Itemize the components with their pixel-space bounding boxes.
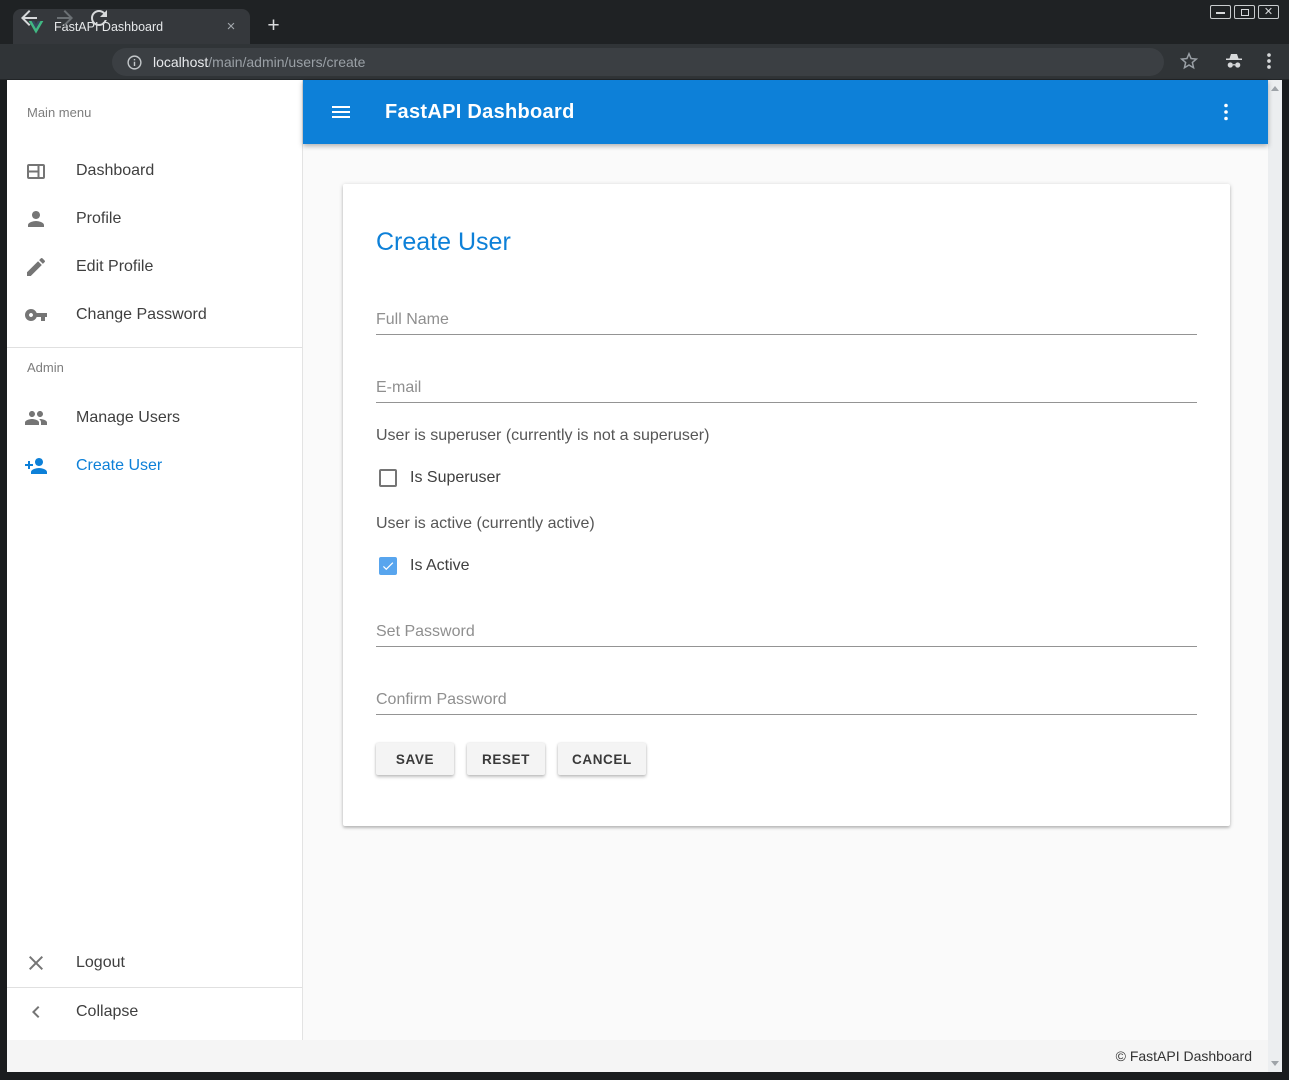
incognito-icon: [1222, 50, 1246, 74]
sidebar-item-label: Change Password: [76, 306, 207, 324]
sidebar-section-header-main: Main menu: [7, 101, 302, 125]
app-bar: FastAPI Dashboard: [303, 80, 1268, 144]
sidebar-item-dashboard[interactable]: Dashboard: [7, 147, 302, 195]
browser-menu-button[interactable]: [1258, 50, 1282, 74]
save-button[interactable]: SAVE: [376, 743, 454, 775]
reset-button[interactable]: RESET: [467, 743, 545, 775]
sidebar-item-profile[interactable]: Profile: [7, 195, 302, 243]
app-title: FastAPI Dashboard: [385, 101, 1214, 124]
kebab-menu-icon: [1258, 50, 1280, 72]
sidebar-bottom: Logout Collapse: [7, 939, 302, 1036]
sidebar-item-logout[interactable]: Logout: [7, 939, 302, 987]
is-active-checkbox[interactable]: [379, 557, 397, 575]
sidebar-item-label: Edit Profile: [76, 258, 153, 276]
page-info-icon[interactable]: [126, 54, 143, 71]
star-icon: [1178, 50, 1200, 72]
back-button[interactable]: [17, 6, 41, 30]
email-input[interactable]: [376, 373, 1197, 403]
tab-close-icon[interactable]: ×: [222, 18, 240, 36]
address-bar[interactable]: localhost/main/admin/users/create: [112, 48, 1164, 76]
browser-window: FastAPI Dashboard × + ✕ localhost/main/a…: [0, 0, 1289, 1080]
main-content: Create User User is superuser (currently…: [303, 144, 1268, 1040]
tab-title: FastAPI Dashboard: [54, 20, 222, 34]
window-minimize-button[interactable]: [1210, 5, 1231, 19]
url-text: localhost/main/admin/users/create: [153, 54, 365, 70]
page-scrollbar[interactable]: [1268, 80, 1282, 1072]
is-active-row[interactable]: Is Active: [376, 557, 1197, 575]
window-close-button[interactable]: ✕: [1258, 5, 1279, 19]
kebab-menu-icon: [1214, 100, 1238, 124]
sidebar-item-change-password[interactable]: Change Password: [7, 291, 302, 339]
sidebar-item-label: Manage Users: [76, 409, 180, 427]
is-superuser-row[interactable]: Is Superuser: [376, 469, 1197, 487]
set-password-input[interactable]: [376, 617, 1197, 647]
sidebar-section-header-admin: Admin: [7, 356, 302, 380]
app-footer: © FastAPI Dashboard: [7, 1040, 1268, 1072]
sidebar-item-label: Profile: [76, 210, 121, 228]
sidebar-item-label: Collapse: [76, 1003, 138, 1021]
sidebar-item-label: Dashboard: [76, 162, 154, 180]
browser-tab[interactable]: FastAPI Dashboard ×: [13, 9, 250, 44]
copyright-text: © FastAPI Dashboard: [1116, 1048, 1252, 1064]
profile-button[interactable]: [1222, 50, 1246, 74]
sidebar-divider: [7, 347, 302, 348]
people-icon: [24, 406, 48, 430]
sidebar-item-label: Create User: [76, 457, 162, 475]
close-x-icon: [24, 951, 48, 975]
hamburger-icon: [329, 100, 353, 124]
app-menu-button[interactable]: [1214, 100, 1238, 124]
bookmark-button[interactable]: [1178, 50, 1202, 74]
back-arrow-icon: [17, 6, 41, 30]
form-buttons: SAVE RESET CANCEL: [376, 743, 1197, 775]
chevron-left-icon: [24, 1000, 48, 1024]
sidebar-item-create-user[interactable]: Create User: [7, 442, 302, 490]
sidebar-item-label: Logout: [76, 954, 125, 972]
maximize-icon: [1241, 9, 1249, 16]
forward-arrow-icon: [53, 6, 77, 30]
reload-icon: [87, 6, 111, 30]
sidebar-item-manage-users[interactable]: Manage Users: [7, 394, 302, 442]
scroll-up-arrow-icon[interactable]: [1271, 86, 1279, 91]
tab-strip: FastAPI Dashboard × + ✕: [0, 0, 1289, 44]
person-add-icon: [24, 454, 48, 478]
superuser-hint: User is superuser (currently is not a su…: [376, 427, 1197, 445]
create-user-card: Create User User is superuser (currently…: [343, 184, 1230, 826]
key-icon: [24, 303, 48, 327]
new-tab-button[interactable]: +: [260, 13, 287, 40]
full-name-input[interactable]: [376, 305, 1197, 335]
is-active-label: Is Active: [410, 557, 470, 575]
check-icon: [381, 559, 395, 573]
is-superuser-label: Is Superuser: [410, 469, 501, 487]
is-superuser-checkbox[interactable]: [379, 469, 397, 487]
pencil-icon: [24, 255, 48, 279]
reload-button[interactable]: [87, 6, 111, 30]
page-title: Create User: [376, 228, 1197, 257]
forward-button[interactable]: [53, 6, 77, 30]
confirm-password-input[interactable]: [376, 685, 1197, 715]
dashboard-icon: [24, 159, 48, 183]
close-icon: ✕: [1259, 5, 1278, 19]
person-icon: [24, 207, 48, 231]
scroll-down-arrow-icon[interactable]: [1271, 1061, 1279, 1066]
sidebar-item-collapse[interactable]: Collapse: [7, 988, 302, 1036]
cancel-button[interactable]: CANCEL: [558, 743, 646, 775]
active-hint: User is active (currently active): [376, 515, 1197, 533]
window-maximize-button[interactable]: [1234, 5, 1255, 19]
minimize-icon: [1216, 12, 1225, 14]
hamburger-menu-button[interactable]: [329, 100, 353, 124]
sidebar-item-edit-profile[interactable]: Edit Profile: [7, 243, 302, 291]
sidebar: Main menu Dashboard Profile Edit Profile…: [7, 80, 303, 1040]
